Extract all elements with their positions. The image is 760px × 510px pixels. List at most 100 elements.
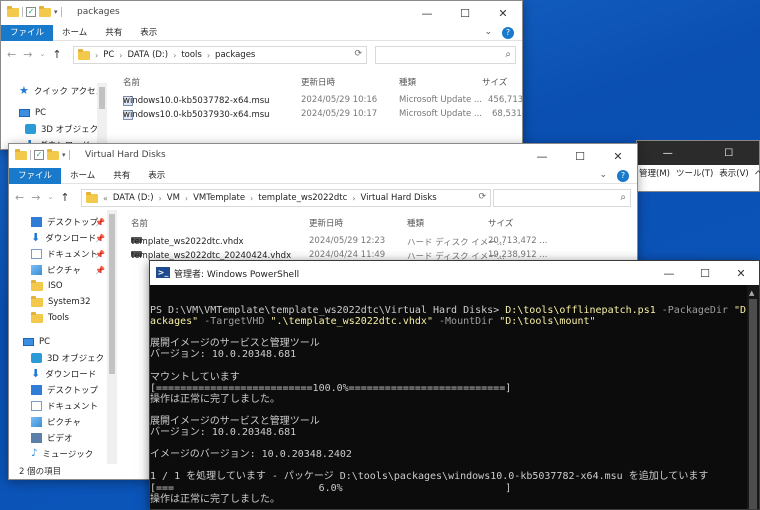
sidebar-item-quick-access[interactable]: ★ クイック アクセス	[19, 83, 104, 99]
breadcrumb-tools[interactable]: tools	[181, 50, 202, 60]
scrollbar-thumb[interactable]	[749, 299, 757, 509]
breadcrumb-vm[interactable]: VM	[167, 193, 180, 203]
breadcrumb-virtual-hard-disks[interactable]: Virtual Hard Disks	[361, 193, 437, 203]
sidebar-item-downloads-pinned[interactable]: ⬇ ダウンロード 📌	[31, 230, 105, 246]
expand-ribbon-icon[interactable]: ⌄	[599, 170, 607, 182]
sidebar-item-desktop-pinned[interactable]: デスクトップ 📌	[31, 214, 105, 230]
console-line: 操作は正常に完了しました。	[150, 494, 747, 505]
tab-view[interactable]: 表示	[131, 25, 166, 41]
tab-share[interactable]: 共有	[96, 25, 131, 41]
recent-dropdown-icon[interactable]: ⌄	[47, 191, 53, 204]
column-header-date[interactable]: 更新日時	[301, 76, 335, 88]
properties-icon[interactable]: ✓	[26, 7, 36, 17]
tab-view[interactable]: 表示	[139, 168, 174, 184]
maximize-button[interactable]: ☐	[687, 261, 723, 285]
minimize-icon[interactable]: —	[663, 148, 673, 159]
search-input[interactable]: ⌕	[493, 189, 631, 207]
sidebar-item-pc[interactable]: PC	[19, 105, 46, 121]
sidebar-item-tools[interactable]: Tools	[31, 310, 69, 326]
sidebar-item-system32[interactable]: System32	[31, 294, 91, 310]
address-bar[interactable]: « DATA (D:) › VM › VMTemplate › template…	[81, 189, 491, 207]
file-row[interactable]: template_ws2022dtc.vhdx 2024/05/29 12:23…	[121, 235, 631, 249]
sidebar-item-pc[interactable]: PC	[23, 334, 50, 350]
column-header-size[interactable]: サイズ	[488, 217, 513, 229]
sidebar-item-documents-pinned[interactable]: ドキュメント 📌	[31, 246, 105, 262]
sidebar-item-3d-objects[interactable]: 3D オブジェクト	[31, 350, 113, 366]
back-icon[interactable]: ←	[15, 191, 24, 204]
refresh-icon[interactable]: ⟳	[354, 49, 362, 59]
search-input[interactable]: ⌕	[375, 46, 516, 64]
breadcrumb-overflow[interactable]: «	[103, 194, 108, 203]
console-output[interactable]: PS D:\VM\VMTemplate\template_ws2022dtc\V…	[150, 285, 759, 509]
maximize-icon[interactable]: ☐	[724, 148, 733, 159]
up-icon[interactable]: ↑	[60, 191, 69, 204]
minimize-button[interactable]: —	[651, 261, 687, 285]
documents-icon	[31, 401, 42, 411]
close-button[interactable]: ✕	[723, 261, 759, 285]
sidebar-item-downloads[interactable]: ⬇ ダウンロード	[31, 366, 96, 382]
search-icon: ⌕	[505, 49, 511, 60]
maximize-button[interactable]: ☐	[446, 1, 484, 25]
minimize-button[interactable]: —	[408, 1, 446, 25]
column-header-type[interactable]: 種類	[407, 217, 424, 229]
sidebar-item-videos[interactable]: ビデオ	[31, 430, 73, 446]
file-row[interactable]: windows10.0-kb5037930-x64.msu 2024/05/29…	[111, 108, 522, 122]
help-icon[interactable]: ?	[502, 26, 514, 39]
menu-item-tools[interactable]: ツール(T)	[676, 167, 713, 179]
sidebar-item-pictures-pinned[interactable]: ピクチャ 📌	[31, 262, 105, 278]
tab-share[interactable]: 共有	[104, 168, 139, 184]
file-row[interactable]: windows10.0-kb5037782-x64.msu 2024/05/29…	[111, 94, 522, 108]
breadcrumb-data-drive[interactable]: DATA (D:)	[113, 193, 154, 203]
column-header-name[interactable]: 名前	[123, 76, 140, 88]
recent-dropdown-icon[interactable]: ⌄	[39, 48, 45, 61]
breadcrumb-data-drive[interactable]: DATA (D:)	[127, 50, 168, 60]
sidebar-item-pictures[interactable]: ピクチャ	[31, 414, 81, 430]
sidebar-item-music[interactable]: ♪ ミュージック	[31, 446, 93, 462]
sidebar-item-desktop[interactable]: デスクトップ	[31, 382, 98, 398]
breadcrumb-pc[interactable]: PC	[103, 50, 114, 60]
sidebar-scrollbar[interactable]	[107, 210, 117, 464]
sidebar-item-3d-objects[interactable]: 3D オブジェクト	[25, 121, 107, 137]
sidebar-scrollbar[interactable]	[97, 83, 107, 149]
menu-item-help[interactable]: ヘ	[755, 167, 760, 179]
console-scrollbar[interactable]: ▲	[747, 285, 759, 509]
minimize-button[interactable]: —	[523, 144, 561, 168]
column-header-date[interactable]: 更新日時	[309, 217, 343, 229]
expand-ribbon-icon[interactable]: ⌄	[484, 27, 492, 39]
breadcrumb-template-ws2022dtc[interactable]: template_ws2022dtc	[258, 193, 347, 203]
scrollbar-thumb[interactable]	[99, 87, 105, 109]
forward-icon[interactable]: →	[23, 48, 32, 61]
breadcrumb-packages[interactable]: packages	[215, 50, 255, 60]
breadcrumb-vmtemplate[interactable]: VMTemplate	[193, 193, 245, 203]
sidebar-item-iso[interactable]: ISO	[31, 278, 63, 294]
forward-icon[interactable]: →	[31, 191, 40, 204]
titlebar: ✓ ▾ packages — ☐ ✕	[1, 1, 522, 25]
tab-home[interactable]: ホーム	[53, 25, 96, 41]
properties-icon[interactable]: ✓	[34, 150, 44, 160]
tab-file[interactable]: ファイル	[1, 24, 54, 41]
address-bar[interactable]: › PC › DATA (D:) › tools › packages ⟳	[73, 46, 367, 64]
up-icon[interactable]: ↑	[52, 48, 61, 61]
new-folder-icon[interactable]	[47, 148, 59, 160]
column-headers: 名前 更新日時 種類 サイズ	[121, 214, 631, 230]
close-button[interactable]: ✕	[599, 144, 637, 168]
column-header-name[interactable]: 名前	[131, 217, 148, 229]
quick-access-toolbar-dropdown-icon[interactable]: ▾	[54, 8, 58, 16]
refresh-icon[interactable]: ⟳	[478, 192, 486, 202]
console-line: バージョン: 10.0.20348.681	[150, 349, 747, 360]
sidebar-item-documents[interactable]: ドキュメント	[31, 398, 98, 414]
new-folder-icon[interactable]	[39, 5, 51, 17]
help-icon[interactable]: ?	[617, 169, 629, 182]
close-button[interactable]: ✕	[484, 1, 522, 25]
column-header-type[interactable]: 種類	[399, 76, 416, 88]
scrollbar-thumb[interactable]	[109, 214, 115, 374]
menu-item-manage[interactable]: 管理(M)	[639, 167, 670, 179]
maximize-button[interactable]: ☐	[561, 144, 599, 168]
menu-item-view[interactable]: 表示(V)	[719, 167, 748, 179]
tab-home[interactable]: ホーム	[61, 168, 104, 184]
quick-access-toolbar-dropdown-icon[interactable]: ▾	[62, 151, 66, 159]
scroll-up-icon[interactable]: ▲	[749, 289, 754, 297]
column-header-size[interactable]: サイズ	[482, 76, 507, 88]
back-icon[interactable]: ←	[7, 48, 16, 61]
tab-file[interactable]: ファイル	[9, 167, 62, 184]
